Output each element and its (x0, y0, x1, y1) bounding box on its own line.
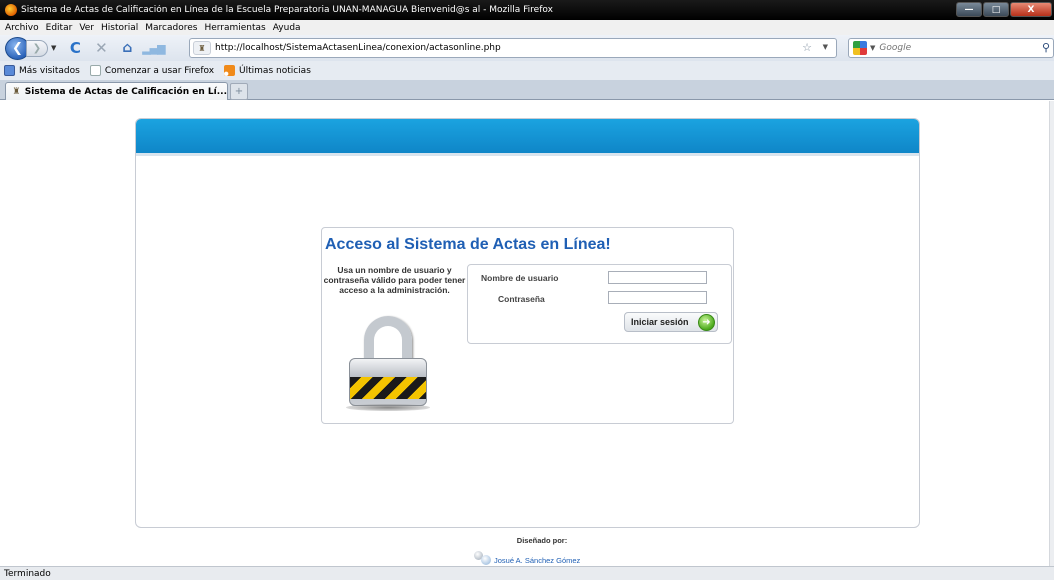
signal-icon: ▂▄▆ (142, 41, 165, 55)
firefox-icon (5, 4, 17, 16)
stop-icon[interactable]: ✕ (91, 38, 111, 58)
tab-strip: ♜ Sistema de Actas de Calificación en Lí… (0, 80, 1054, 100)
search-engine-dropdown-icon[interactable]: ▼ (870, 44, 875, 52)
back-arrow-icon: ❮ (12, 40, 23, 56)
login-button[interactable]: Iniciar sesión ➜ (624, 312, 718, 332)
bookmark-mas-visitados[interactable]: Más visitados (4, 65, 80, 76)
forward-arrow-icon: ❯ (32, 42, 42, 54)
status-text: Terminado (4, 568, 51, 579)
window-title: Sistema de Actas de Calificación en Líne… (21, 5, 553, 15)
history-dropdown-icon[interactable]: ▼ (51, 44, 56, 52)
url-bar[interactable]: ♜ http://localhost/SistemaActasenLinea/c… (189, 38, 837, 58)
tab-active[interactable]: ♜ Sistema de Actas de Calificación en Lí… (5, 82, 228, 100)
login-title: Acceso al Sistema de Actas en Línea! (325, 236, 611, 253)
most-visited-icon (4, 65, 15, 76)
login-help-text: Usa un nombre de usuario y contraseña vá… (323, 265, 466, 295)
page-content: Acceso al Sistema de Actas en Línea! Usa… (0, 101, 1049, 566)
menu-bar: Archivo Editar Ver Historial Marcadores … (0, 20, 1054, 35)
page-container: Acceso al Sistema de Actas en Línea! Usa… (135, 118, 920, 528)
author-link[interactable]: Josué A. Sánchez Gómez (494, 556, 580, 565)
page-header-banner (136, 119, 919, 156)
login-button-label: Iniciar sesión (631, 317, 689, 327)
bookmark-label: Últimas noticias (239, 65, 311, 76)
maximize-button[interactable]: □ (983, 2, 1009, 17)
footer-author: Josué A. Sánchez Gómez (472, 549, 580, 566)
login-form: Nombre de usuario Contraseña Iniciar ses… (467, 264, 732, 344)
home-icon[interactable]: ⌂ (117, 38, 137, 58)
search-engine-icon[interactable] (853, 41, 867, 55)
site-identity-icon[interactable]: ♜ (193, 41, 211, 55)
window-title-bar: Sistema de Actas de Calificación en Líne… (0, 0, 1054, 20)
minimize-button[interactable]: — (956, 2, 982, 17)
bookmark-label: Comenzar a usar Firefox (104, 65, 215, 76)
username-input[interactable] (608, 271, 707, 284)
padlock-icon (342, 316, 434, 411)
bookmarks-toolbar: Más visitados Comenzar a usar Firefox Úl… (0, 61, 1054, 80)
login-panel: Acceso al Sistema de Actas en Línea! Usa… (321, 227, 734, 424)
close-window-button[interactable]: X (1010, 2, 1052, 17)
search-input[interactable] (879, 43, 1030, 53)
menu-ver[interactable]: Ver (79, 23, 94, 33)
username-label: Nombre de usuario (481, 273, 559, 283)
go-arrow-icon: ➜ (698, 314, 715, 331)
url-dropdown-icon[interactable]: ▼ (823, 43, 828, 51)
password-input[interactable] (608, 291, 707, 304)
bookmark-star-icon[interactable]: ☆ (802, 41, 812, 54)
page-icon (89, 65, 101, 76)
url-text[interactable]: http://localhost/SistemaActasenLinea/con… (215, 43, 501, 53)
navigation-toolbar: ❮ ❯ ▼ C ✕ ⌂ ▂▄▆ ♜ http://localhost/Siste… (0, 35, 1054, 61)
password-label: Contraseña (498, 294, 545, 304)
menu-archivo[interactable]: Archivo (5, 23, 39, 33)
forward-button[interactable]: ❯ (26, 39, 48, 57)
search-icon[interactable]: ⚲ (1042, 41, 1050, 54)
window-controls: — □ X (956, 2, 1052, 17)
search-bar[interactable]: ▼ ⚲ (848, 38, 1054, 58)
menu-ayuda[interactable]: Ayuda (273, 23, 301, 33)
bookmark-comenzar-firefox[interactable]: Comenzar a usar Firefox (89, 65, 215, 76)
reload-icon[interactable]: C (65, 38, 85, 58)
menu-editar[interactable]: Editar (46, 23, 73, 33)
bookmark-ultimas-noticias[interactable]: Últimas noticias (224, 65, 311, 76)
tab-label: Sistema de Actas de Calificación en Lí..… (24, 86, 227, 97)
vertical-scrollbar[interactable] (1049, 101, 1054, 566)
menu-marcadores[interactable]: Marcadores (145, 23, 197, 33)
site-favicon-icon: ♜ (12, 86, 21, 97)
status-bar: Terminado (0, 566, 1054, 580)
menu-historial[interactable]: Historial (101, 23, 138, 33)
rss-icon (224, 65, 236, 76)
bookmark-label: Más visitados (19, 65, 80, 76)
designed-by-label: Diseñado por: (516, 536, 568, 545)
people-icon (472, 549, 492, 566)
menu-herramientas[interactable]: Herramientas (204, 23, 265, 33)
new-tab-button[interactable]: + (230, 83, 248, 100)
